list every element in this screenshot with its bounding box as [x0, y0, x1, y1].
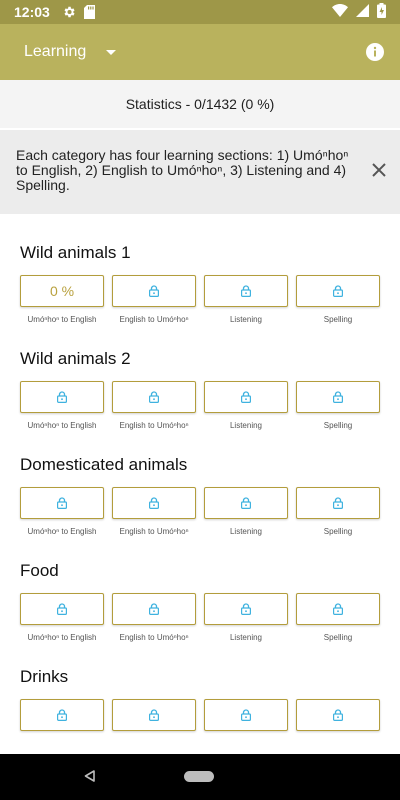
close-icon[interactable] [372, 163, 386, 177]
home-pill-button[interactable] [184, 771, 214, 782]
section-umonhon-to-english-button[interactable] [20, 381, 104, 413]
section-caption: Spelling [323, 633, 353, 642]
lock-icon [149, 603, 159, 615]
lock-icon [333, 603, 343, 615]
category-title: Wild animals 2 [20, 349, 131, 368]
section-dropdown-label[interactable]: Learning [24, 43, 86, 61]
lock-icon [333, 285, 343, 297]
section-caption: Umóⁿhoⁿ to English [27, 315, 97, 324]
section-umonhon-to-english-button[interactable]: 0 % [20, 275, 104, 307]
settings-gear-icon [62, 5, 76, 19]
section-english-to-umonhon-button[interactable] [112, 487, 196, 519]
section-spelling-button[interactable] [296, 381, 380, 413]
category-wild-animals-1: Wild animals 1 0 % Umóⁿhoⁿ to English En… [20, 242, 390, 324]
notice-text: Each category has four learning sections… [16, 147, 349, 193]
dropdown-caret-icon[interactable] [106, 49, 117, 55]
section-spelling-button[interactable] [296, 593, 380, 625]
section-english-to-umonhon-button[interactable] [112, 381, 196, 413]
back-icon[interactable] [84, 770, 95, 782]
battery-icon [377, 3, 386, 21]
lock-icon [149, 497, 159, 509]
section-caption: Listening [229, 633, 263, 642]
section-caption: Listening [229, 527, 263, 536]
lock-icon [149, 709, 159, 721]
section-spelling-button[interactable] [296, 487, 380, 519]
lock-icon [333, 497, 343, 509]
section-caption: Umóⁿhoⁿ to English [27, 633, 97, 642]
lock-icon [57, 497, 67, 509]
lock-icon [149, 285, 159, 297]
progress-label: 0 % [49, 283, 75, 299]
section-english-to-umonhon-button[interactable] [112, 593, 196, 625]
lock-icon [241, 391, 251, 403]
status-time: 12:03 [14, 4, 50, 20]
category-title: Food [20, 561, 59, 580]
lock-icon [241, 709, 251, 721]
category-drinks: Drinks [20, 666, 390, 731]
category-food: Food Umóⁿhoⁿ to English English to Umóⁿh… [20, 560, 390, 642]
section-listening-button[interactable] [204, 699, 288, 731]
category-domesticated-animals: Domesticated animals Umóⁿhoⁿ to English … [20, 454, 390, 536]
section-caption: Spelling [323, 421, 353, 430]
lock-icon [57, 709, 67, 721]
category-title: Domesticated animals [20, 455, 188, 474]
section-listening-button[interactable] [204, 275, 288, 307]
section-caption: English to Umóⁿhoⁿ [119, 633, 189, 642]
statistics-bar: Statistics - 0/1432 (0 %) [0, 80, 400, 128]
lock-icon [333, 391, 343, 403]
section-spelling-button[interactable] [296, 699, 380, 731]
section-english-to-umonhon-button[interactable] [112, 275, 196, 307]
lock-icon [241, 497, 251, 509]
lock-icon [149, 391, 159, 403]
section-caption: Spelling [323, 315, 353, 324]
section-listening-button[interactable] [204, 381, 288, 413]
lock-icon [241, 603, 251, 615]
category-title: Wild animals 1 [20, 243, 131, 262]
cell-signal-icon [356, 4, 369, 20]
section-caption: Listening [229, 421, 263, 430]
category-title: Drinks [20, 667, 69, 686]
info-icon[interactable] [366, 43, 384, 61]
lock-icon [333, 709, 343, 721]
section-listening-button[interactable] [204, 487, 288, 519]
info-notice: Each category has four learning sections… [0, 130, 400, 214]
lock-icon [57, 391, 67, 403]
section-caption: Umóⁿhoⁿ to English [27, 527, 97, 536]
system-nav-bar [0, 754, 400, 800]
section-umonhon-to-english-button[interactable] [20, 593, 104, 625]
section-caption: English to Umóⁿhoⁿ [119, 315, 189, 324]
wifi-icon [332, 4, 348, 20]
sd-card-icon [83, 5, 95, 19]
section-caption: Spelling [323, 527, 353, 536]
category-wild-animals-2: Wild animals 2 Umóⁿhoⁿ to English Englis… [20, 348, 390, 430]
section-umonhon-to-english-button[interactable] [20, 487, 104, 519]
section-spelling-button[interactable] [296, 275, 380, 307]
section-caption: Listening [229, 315, 263, 324]
section-umonhon-to-english-button[interactable] [20, 699, 104, 731]
lock-icon [57, 603, 67, 615]
section-caption: Umóⁿhoⁿ to English [27, 421, 97, 430]
section-listening-button[interactable] [204, 593, 288, 625]
section-english-to-umonhon-button[interactable] [112, 699, 196, 731]
app-bar: Learning [0, 24, 400, 80]
section-caption: English to Umóⁿhoⁿ [119, 527, 189, 536]
lock-icon [241, 285, 251, 297]
category-list: Wild animals 1 0 % Umóⁿhoⁿ to English En… [0, 214, 400, 754]
status-bar: 12:03 [0, 0, 400, 24]
statistics-text: Statistics - 0/1432 (0 %) [125, 96, 275, 112]
section-caption: English to Umóⁿhoⁿ [119, 421, 189, 430]
